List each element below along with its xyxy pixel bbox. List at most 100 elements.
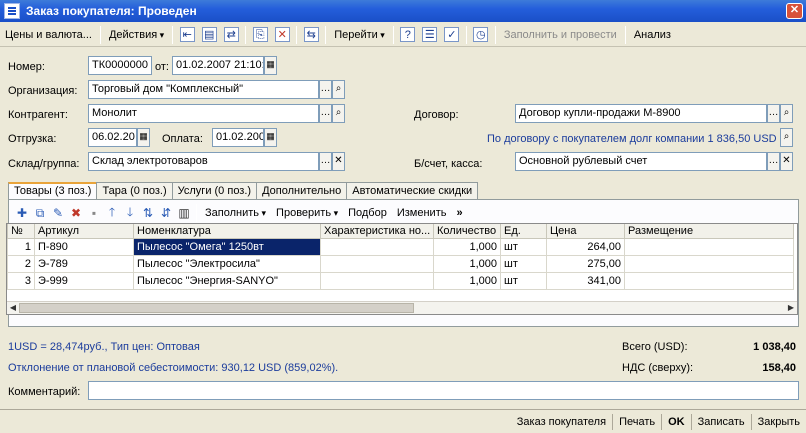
cell-placement[interactable] (624, 271, 794, 290)
table-row[interactable]: 2 Э-789 Пылесос "Электросила" 1,000 шт 2… (7, 254, 794, 273)
contract-field[interactable]: Договор купли-продажи М-8900 (515, 104, 767, 123)
debt-info-link[interactable]: По договору с покупателем долг компании … (487, 133, 777, 145)
comment-field[interactable] (88, 381, 799, 400)
payment-calendar-icon[interactable]: ▦ (264, 128, 277, 147)
debt-search-icon[interactable]: ⌕ (780, 128, 793, 147)
copy-row-icon[interactable]: ⧉ (31, 204, 49, 222)
post-icon[interactable]: ▤ (199, 25, 219, 45)
refresh-icon[interactable]: ⇄ (221, 25, 241, 45)
more-chevron-icon[interactable]: » (451, 203, 467, 223)
deviation-info-link[interactable]: Отклонение от плановой себестоимости: 93… (8, 362, 338, 374)
rate-info-link[interactable]: 1USD = 28,474руб., Тип цен: Оптовая (8, 341, 200, 353)
structure-icon[interactable]: ⇆ (301, 25, 321, 45)
open-organization-icon[interactable]: ⌕ (332, 80, 345, 99)
cell-quantity[interactable]: 1,000 (433, 237, 501, 256)
sort-asc-icon[interactable]: ⇅ (139, 204, 157, 222)
save-button[interactable]: Записать (692, 412, 751, 432)
analysis-button[interactable]: Анализ (629, 25, 676, 45)
fill-menu[interactable]: Заполнить (200, 203, 271, 223)
cell-unit[interactable]: шт (500, 254, 547, 273)
warehouse-field[interactable]: Склад электротоваров (88, 152, 319, 171)
end-edit-icon[interactable]: ▪ (85, 204, 103, 222)
clear-account-icon[interactable]: ✕ (780, 152, 793, 171)
cell-unit[interactable]: шт (500, 271, 547, 290)
cell-sku[interactable]: П-890 (34, 237, 134, 256)
shipment-date-field[interactable]: 06.02.20 (88, 128, 137, 147)
delete-row-icon[interactable]: ✖ (67, 204, 85, 222)
goto-menu[interactable]: Перейти (329, 25, 390, 45)
cell-price[interactable]: 264,00 (546, 237, 625, 256)
cell-characteristic[interactable] (320, 254, 434, 273)
tab-services[interactable]: Услуги (0 поз.) (171, 182, 258, 200)
col-nomenclature[interactable]: Номенклатура (133, 224, 321, 239)
print-button[interactable]: Печать (613, 412, 661, 432)
cell-nomenclature[interactable]: Пылесос "Омега" 1250вт (133, 237, 321, 256)
cell-characteristic[interactable] (320, 237, 434, 256)
account-field[interactable]: Основной рублевый счет (515, 152, 767, 171)
cell-unit[interactable]: шт (500, 237, 547, 256)
select-contractor-button[interactable]: … (319, 104, 332, 123)
actions-menu[interactable]: Действия (104, 25, 169, 45)
date-field[interactable]: 01.02.2007 21:10: (172, 56, 264, 75)
history-icon[interactable]: ◷ (471, 25, 491, 45)
col-unit[interactable]: Ед. (500, 224, 547, 239)
cell-nomenclature[interactable]: Пылесос "Электросила" (133, 254, 321, 273)
cell-price[interactable]: 341,00 (546, 271, 625, 290)
move-down-icon[interactable]: 🡓 (121, 204, 139, 222)
tab-auto-discounts[interactable]: Автоматические скидки (346, 182, 479, 200)
clear-warehouse-icon[interactable]: ✕ (332, 152, 345, 171)
col-characteristic[interactable]: Характеристика но... (320, 224, 434, 239)
back-icon[interactable]: ⇤ (177, 25, 197, 45)
cell-number[interactable]: 1 (7, 237, 35, 256)
calendar-icon[interactable]: ▦ (264, 56, 277, 75)
col-number[interactable]: № (7, 224, 35, 239)
organization-field[interactable]: Торговый дом "Комплексный" (88, 80, 319, 99)
checklist-icon[interactable]: ✓ (442, 25, 462, 45)
cell-sku[interactable]: Э-999 (34, 271, 134, 290)
sort-desc-icon[interactable]: ⇵ (157, 204, 175, 222)
cell-characteristic[interactable] (320, 271, 434, 290)
delete-icon[interactable]: ✕ (272, 25, 292, 45)
move-up-icon[interactable]: 🡑 (103, 204, 121, 222)
select-warehouse-button[interactable]: … (319, 152, 332, 171)
list-icon[interactable]: ☰ (420, 25, 440, 45)
close-window-button[interactable]: ✕ (786, 3, 803, 19)
col-placement[interactable]: Размещение (624, 224, 794, 239)
shipment-calendar-icon[interactable]: ▦ (137, 128, 150, 147)
tab-containers[interactable]: Тара (0 поз.) (96, 182, 173, 200)
cell-quantity[interactable]: 1,000 (433, 271, 501, 290)
col-quantity[interactable]: Количество (433, 224, 501, 239)
close-button[interactable]: Закрыть (752, 412, 806, 432)
cell-placement[interactable] (624, 254, 794, 273)
table-row[interactable]: 3 Э-999 Пылесос "Энергия-SANYO" 1,000 шт… (7, 271, 794, 290)
customer-order-button[interactable]: Заказ покупателя (511, 412, 612, 432)
horizontal-scrollbar[interactable]: ◀ ▶ (7, 301, 797, 314)
barcode-icon[interactable]: ▥ (175, 204, 193, 222)
scroll-right-icon[interactable]: ▶ (785, 302, 797, 314)
select-organization-button[interactable]: … (319, 80, 332, 99)
prices-currency-button[interactable]: Цены и валюта... (0, 25, 97, 45)
edit-row-icon[interactable]: ✎ (49, 204, 67, 222)
change-button[interactable]: Изменить (392, 203, 452, 223)
open-contractor-icon[interactable]: ⌕ (332, 104, 345, 123)
payment-date-field[interactable]: 01.02.200 (212, 128, 264, 147)
scroll-left-icon[interactable]: ◀ (7, 302, 19, 314)
copy-icon[interactable]: ⎘ (250, 25, 270, 45)
cell-quantity[interactable]: 1,000 (433, 254, 501, 273)
select-contract-button[interactable]: … (767, 104, 780, 123)
cell-placement[interactable] (624, 237, 794, 256)
contractor-field[interactable]: Монолит (88, 104, 319, 123)
help-icon[interactable]: ? (398, 25, 418, 45)
selection-button[interactable]: Подбор (343, 203, 392, 223)
check-menu[interactable]: Проверить (271, 203, 343, 223)
number-field[interactable]: ТК0000000 (88, 56, 152, 75)
cell-nomenclature[interactable]: Пылесос "Энергия-SANYO" (133, 271, 321, 290)
add-row-icon[interactable]: ✚ (13, 204, 31, 222)
scroll-thumb[interactable] (19, 303, 414, 313)
open-contract-icon[interactable]: ⌕ (780, 104, 793, 123)
cell-price[interactable]: 275,00 (546, 254, 625, 273)
cell-sku[interactable]: Э-789 (34, 254, 134, 273)
ok-button[interactable]: OK (662, 412, 691, 432)
cell-number[interactable]: 2 (7, 254, 35, 273)
col-sku[interactable]: Артикул (34, 224, 134, 239)
